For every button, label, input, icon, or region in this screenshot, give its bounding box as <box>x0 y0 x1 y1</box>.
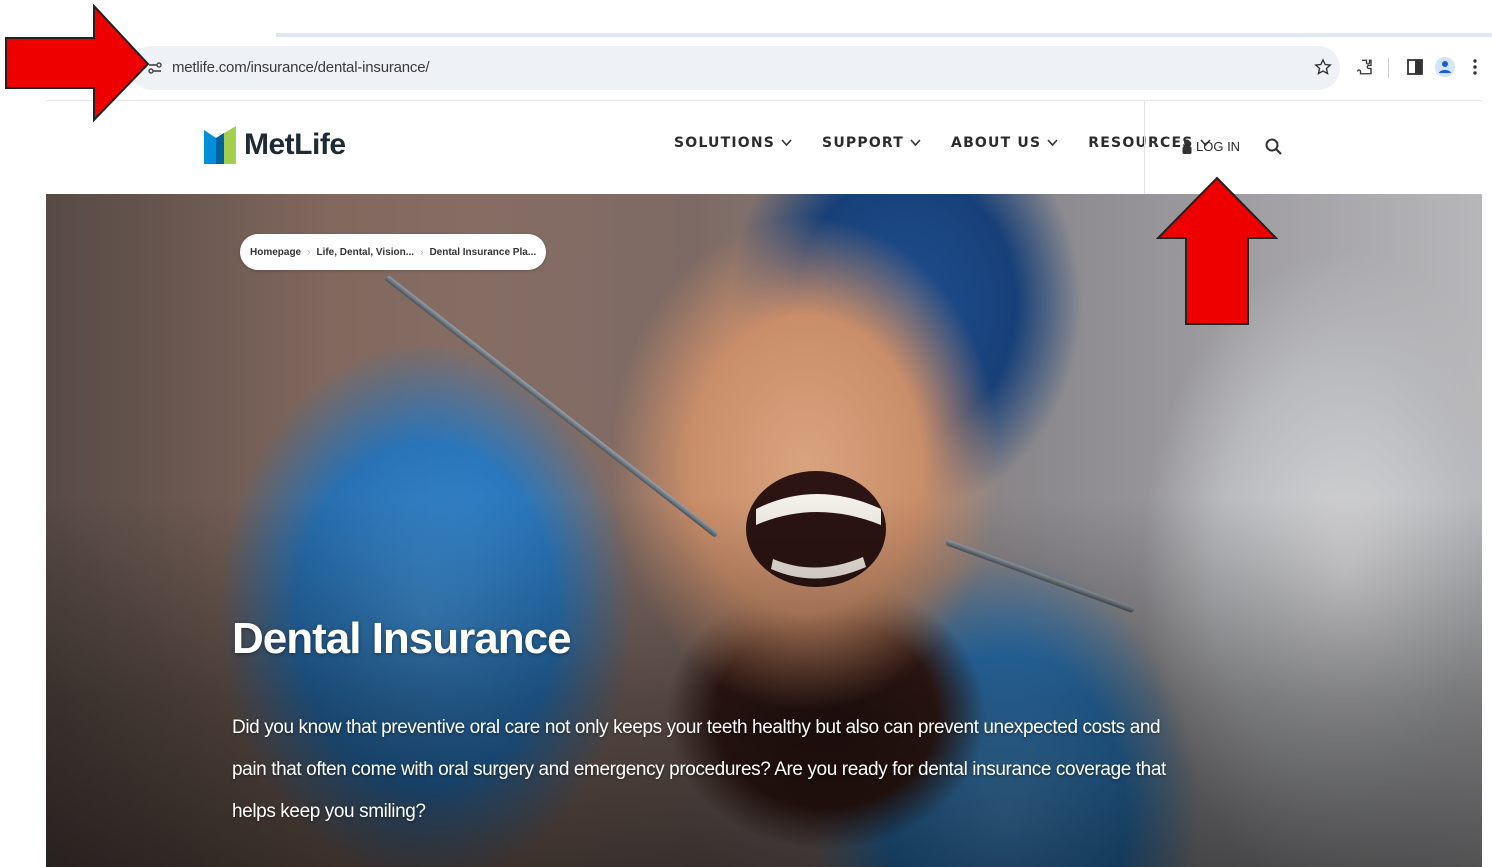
nav-about-us[interactable]: ABOUT US <box>951 135 1058 151</box>
site-info-icon[interactable] <box>148 61 162 75</box>
sidebar-icon[interactable] <box>1404 56 1426 78</box>
chevron-down-icon <box>1047 139 1058 147</box>
breadcrumb-item: Dental Insurance Pla... <box>429 246 537 258</box>
annotation-arrow-up-icon <box>1156 176 1278 325</box>
metlife-logo-icon <box>204 126 236 164</box>
breadcrumb-item[interactable]: Life, Dental, Vision... <box>316 247 414 258</box>
star-icon[interactable] <box>1312 56 1334 78</box>
search-icon[interactable] <box>1264 137 1284 157</box>
annotation-arrow-right-icon <box>5 4 150 122</box>
profile-icon[interactable] <box>1434 56 1456 78</box>
chevron-down-icon <box>910 139 921 147</box>
breadcrumb: Homepage › Life, Dental, Vision... › Den… <box>240 234 547 270</box>
nav-solutions[interactable]: SOLUTIONS <box>674 135 792 151</box>
logo-text: MetLife <box>244 128 346 161</box>
toolbar-separator <box>1388 58 1389 78</box>
tab-strip <box>276 33 1492 37</box>
address-bar[interactable]: metlife.com/insurance/dental-insurance/ <box>130 46 1340 90</box>
main-nav: SOLUTIONS SUPPORT ABOUT US RESOURCES <box>674 135 1241 151</box>
nav-label: SUPPORT <box>822 135 905 151</box>
nav-label: SOLUTIONS <box>674 135 776 151</box>
breadcrumb-item[interactable]: Homepage <box>250 247 301 258</box>
nav-label: ABOUT US <box>951 135 1042 151</box>
menu-dots-icon[interactable] <box>1464 56 1486 78</box>
metlife-logo[interactable]: MetLife <box>204 125 346 165</box>
nav-label: RESOURCES <box>1088 135 1194 151</box>
header-divider <box>1144 101 1145 195</box>
nav-support[interactable]: SUPPORT <box>822 135 921 151</box>
person-icon <box>1182 139 1192 154</box>
breadcrumb-separator: › <box>307 246 311 258</box>
page-title: Dental Insurance <box>232 614 572 663</box>
hero-description: Did you know that preventive oral care n… <box>232 717 1166 822</box>
chevron-down-icon <box>781 139 792 147</box>
login-label: LOG IN <box>1196 139 1241 154</box>
extensions-icon[interactable] <box>1354 56 1376 78</box>
breadcrumb-separator: › <box>420 246 424 258</box>
login-button[interactable]: LOG IN <box>1182 139 1240 154</box>
url-text[interactable]: metlife.com/insurance/dental-insurance/ <box>172 59 430 76</box>
